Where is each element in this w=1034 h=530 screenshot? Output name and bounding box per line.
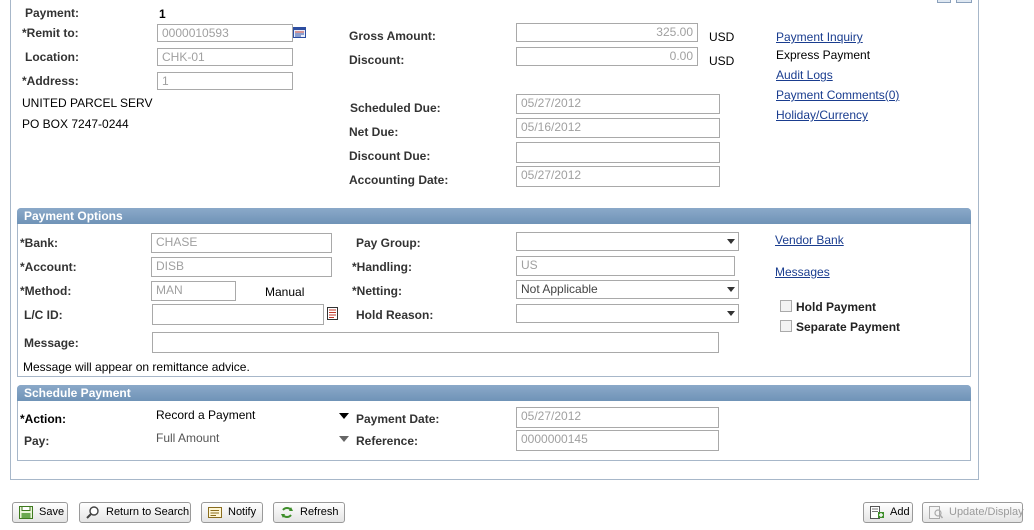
payment-date-label: Payment Date: (356, 412, 440, 426)
pay-select[interactable]: Full Amount (152, 430, 352, 449)
payment-date-field[interactable]: 05/27/2012 (516, 407, 719, 428)
reference-field[interactable]: 0000000145 (516, 430, 719, 451)
hold-payment-label: Hold Payment (796, 300, 877, 314)
remit-to-field[interactable]: 0000010593 (157, 24, 293, 42)
remit-to-label: *Remit to: (22, 26, 79, 40)
hold-payment-checkbox[interactable] (780, 300, 792, 312)
bank-label: *Bank: (20, 236, 59, 250)
holiday-currency-link[interactable]: Holiday/Currency (776, 108, 868, 122)
pay-label: Pay: (24, 434, 50, 448)
gross-amount-label: Gross Amount: (349, 29, 436, 43)
separate-payment-checkbox[interactable] (780, 320, 792, 332)
pay-value: Full Amount (156, 431, 220, 445)
audit-logs-link[interactable]: Audit Logs (776, 68, 833, 82)
hold-reason-select[interactable] (516, 304, 739, 323)
vendor-bank-link[interactable]: Vendor Bank (775, 233, 844, 247)
message-field[interactable] (152, 332, 719, 353)
handling-label: *Handling: (352, 260, 412, 274)
discount-field[interactable]: 0.00 (516, 47, 698, 66)
netting-value: Not Applicable (521, 282, 598, 296)
discount-due-field[interactable] (516, 142, 720, 163)
nav-first-button[interactable] (937, 0, 951, 3)
action-label: *Action: (20, 412, 66, 426)
accounting-date-field[interactable]: 05/27/2012 (516, 166, 720, 187)
method-label: *Method: (20, 284, 72, 298)
scheduled-due-field[interactable]: 05/27/2012 (516, 94, 720, 114)
method-description: Manual (265, 285, 305, 299)
separate-payment-label: Separate Payment (796, 320, 901, 334)
notify-button-label: Notify (228, 506, 257, 518)
payment-number: 1 (159, 7, 166, 21)
message-label: Message: (24, 336, 79, 350)
notify-icon (208, 507, 222, 518)
account-field[interactable]: DISB (151, 257, 332, 277)
express-payment-text: Express Payment (776, 48, 871, 62)
chevron-down-icon (727, 311, 735, 316)
hold-reason-label: Hold Reason: (356, 308, 434, 322)
reference-label: Reference: (356, 434, 419, 448)
chevron-down-icon (727, 287, 735, 292)
netting-label: *Netting: (352, 284, 402, 298)
update-display-label: Update/Display (949, 506, 1024, 518)
lc-id-lookup-icon[interactable] (326, 307, 340, 321)
add-button-label: Add (890, 506, 910, 518)
method-field[interactable]: MAN (151, 281, 236, 301)
chevron-down-icon (339, 413, 349, 419)
discount-currency: USD (709, 54, 735, 68)
account-label: *Account: (20, 260, 77, 274)
lookup-icon[interactable] (293, 26, 307, 40)
gross-amount-currency: USD (709, 30, 735, 44)
add-button[interactable]: Add (863, 502, 913, 523)
save-button[interactable]: Save (12, 502, 68, 523)
action-select[interactable]: Record a Payment (152, 407, 352, 426)
address-field[interactable]: 1 (157, 72, 293, 90)
notify-button[interactable]: Notify (201, 502, 263, 523)
save-button-label: Save (39, 506, 65, 518)
refresh-button-label: Refresh (300, 506, 339, 518)
bank-field[interactable]: CHASE (151, 233, 332, 253)
location-field[interactable]: CHK-01 (157, 48, 293, 66)
handling-field[interactable]: US (516, 256, 735, 276)
location-label: Location: (25, 50, 79, 64)
accounting-date-label: Accounting Date: (349, 173, 449, 187)
pay-group-select[interactable] (516, 232, 739, 251)
discount-label: Discount: (349, 53, 405, 67)
update-display-button[interactable]: Update/Display (922, 502, 1024, 523)
messages-link[interactable]: Messages (775, 265, 830, 279)
net-due-label: Net Due: (349, 125, 399, 139)
chevron-down-icon (339, 436, 349, 442)
message-note: Message will appear on remittance advice… (23, 360, 250, 374)
netting-select[interactable]: Not Applicable (516, 280, 739, 299)
pay-group-label: Pay Group: (356, 236, 421, 250)
discount-due-label: Discount Due: (349, 149, 431, 163)
action-value: Record a Payment (156, 408, 256, 422)
address-label: *Address: (22, 74, 79, 88)
chevron-down-icon (727, 239, 735, 244)
payment-inquiry-link[interactable]: Payment Inquiry (776, 30, 863, 44)
scheduled-due-label: Scheduled Due: (350, 101, 441, 115)
add-icon (870, 506, 884, 519)
refresh-icon (281, 507, 293, 518)
save-icon (19, 506, 33, 519)
address-line-1: UNITED PARCEL SERV (22, 96, 153, 110)
update-display-icon (929, 506, 943, 519)
search-icon (86, 506, 99, 519)
gross-amount-field[interactable]: 325.00 (516, 23, 698, 42)
lc-id-label: L/C ID: (24, 308, 63, 322)
payment-comments-link[interactable]: Payment Comments(0) (776, 88, 899, 102)
return-to-search-label: Return to Search (106, 506, 190, 518)
address-line-2: PO BOX 7247-0244 (22, 117, 129, 131)
lc-id-field[interactable] (152, 304, 324, 325)
schedule-payment-header: Schedule Payment (17, 385, 971, 401)
refresh-button[interactable]: Refresh (273, 502, 345, 523)
return-to-search-button[interactable]: Return to Search (79, 502, 191, 523)
net-due-field[interactable]: 05/16/2012 (516, 118, 720, 138)
nav-last-button[interactable] (956, 0, 972, 3)
payment-options-header: Payment Options (17, 208, 971, 224)
payment-label: Payment: (25, 6, 80, 20)
